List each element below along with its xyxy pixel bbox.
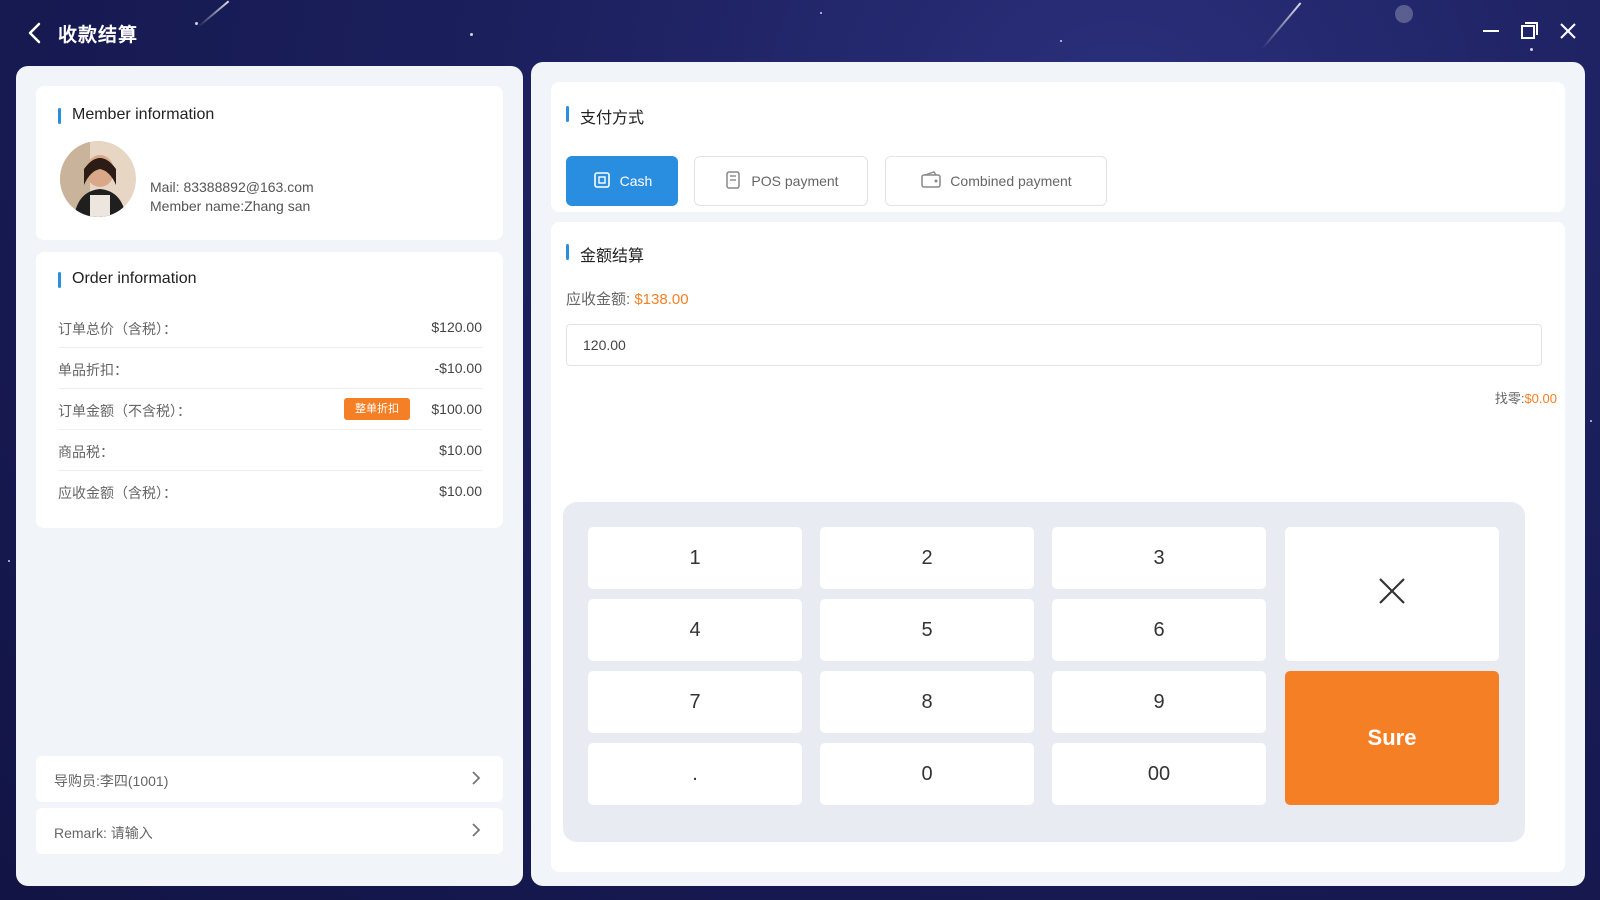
change-label: 找零: [1494, 391, 1525, 406]
order-row-value: $10.00 [439, 442, 482, 458]
delete-icon [1377, 576, 1407, 612]
order-section-title: Order information [58, 270, 197, 288]
amount-due-value: $138.00 [634, 291, 689, 308]
member-details: Mail: 83388892@163.com Member name:Zhang… [150, 178, 314, 216]
key-00[interactable]: 00 [1052, 743, 1266, 805]
key-6[interactable]: 6 [1052, 599, 1266, 661]
pay-pos-button[interactable]: POS payment [694, 156, 868, 206]
order-row-value: $120.00 [431, 319, 482, 335]
amount-due: 应收金额: $138.00 [566, 288, 689, 309]
numeric-keypad: 1 2 3 4 5 6 7 8 9 . 0 00 Sure [563, 502, 1525, 842]
avatar [60, 141, 136, 217]
order-card: Order information 订单总价（含税）： $120.00 单品折扣… [36, 252, 503, 528]
pay-combined-button[interactable]: Combined payment [885, 156, 1107, 206]
close-icon[interactable] [1555, 18, 1581, 44]
remark-row[interactable]: Remark: 请输入 [36, 808, 503, 854]
guide-text: 导购员:李四(1001) [54, 773, 169, 789]
member-mail: Mail: 83388892@163.com [150, 179, 314, 195]
minimize-icon[interactable] [1478, 18, 1504, 44]
order-row-value: $10.00 [439, 483, 482, 499]
member-card: Member information Mail: 83388892@163.co… [36, 86, 503, 240]
key-2[interactable]: 2 [820, 527, 1034, 589]
back-icon[interactable] [20, 18, 50, 48]
order-row-value: $100.00 [431, 401, 482, 417]
change-amount: 找零:$0.00 [1495, 388, 1557, 407]
maximize-icon[interactable] [1516, 18, 1542, 44]
title-bar: 收款结算 [0, 0, 1600, 64]
order-row-value: -$10.00 [434, 360, 482, 376]
key-0[interactable]: 0 [820, 743, 1034, 805]
payment-card: 支付方式 Cash POS payment Combined payment [551, 82, 1565, 212]
key-4[interactable]: 4 [588, 599, 802, 661]
guide-row[interactable]: 导购员:李四(1001) [36, 756, 503, 802]
key-dot[interactable]: . [588, 743, 802, 805]
member-name: Member name:Zhang san [150, 198, 311, 214]
payment-section-title: 支付方式 [566, 104, 644, 128]
left-panel: Member information Mail: 83388892@163.co… [16, 66, 523, 886]
order-row-amount: 订单金额（不含税）： 整单折扣 $100.00 [58, 389, 482, 430]
sure-button[interactable]: Sure [1285, 671, 1499, 805]
cash-icon [592, 170, 612, 193]
chevron-right-icon [467, 821, 485, 839]
key-3[interactable]: 3 [1052, 527, 1266, 589]
pay-cash-button[interactable]: Cash [566, 156, 678, 206]
order-row-label: 订单金额（不含税）： [58, 403, 191, 419]
pay-pos-label: POS payment [751, 173, 839, 189]
pay-cash-label: Cash [619, 173, 653, 189]
pos-icon [723, 170, 743, 193]
change-value: $0.00 [1524, 391, 1557, 406]
wallet-icon [920, 170, 942, 193]
amount-section-title: 金额结算 [566, 242, 644, 266]
chevron-right-icon [467, 769, 485, 787]
right-panel: 支付方式 Cash POS payment Combined payment 金… [531, 62, 1585, 886]
order-row-label: 订单总价（含税）： [58, 321, 177, 337]
key-1[interactable]: 1 [588, 527, 802, 589]
order-row-label: 单品折扣： [58, 362, 128, 378]
order-discount-button[interactable]: 整单折扣 [344, 398, 410, 420]
member-section-title: Member information [58, 106, 214, 124]
order-row-item-discount: 单品折扣： -$10.00 [58, 348, 482, 389]
amount-input[interactable] [566, 324, 1542, 366]
key-8[interactable]: 8 [820, 671, 1034, 733]
order-row-total: 订单总价（含税）： $120.00 [58, 307, 482, 348]
remark-text: Remark: 请输入 [54, 825, 153, 841]
amount-due-label: 应收金额: [566, 291, 631, 308]
key-9[interactable]: 9 [1052, 671, 1266, 733]
order-row-tax: 商品税： $10.00 [58, 430, 482, 471]
key-7[interactable]: 7 [588, 671, 802, 733]
order-row-label: 应收金额（含税）： [58, 485, 177, 501]
pay-combined-label: Combined payment [950, 173, 1072, 189]
key-5[interactable]: 5 [820, 599, 1034, 661]
order-row-label: 商品税： [58, 444, 114, 460]
delete-button[interactable] [1285, 527, 1499, 661]
order-row-receivable: 应收金额（含税）： $10.00 [58, 471, 482, 512]
page-title: 收款结算 [58, 25, 139, 46]
